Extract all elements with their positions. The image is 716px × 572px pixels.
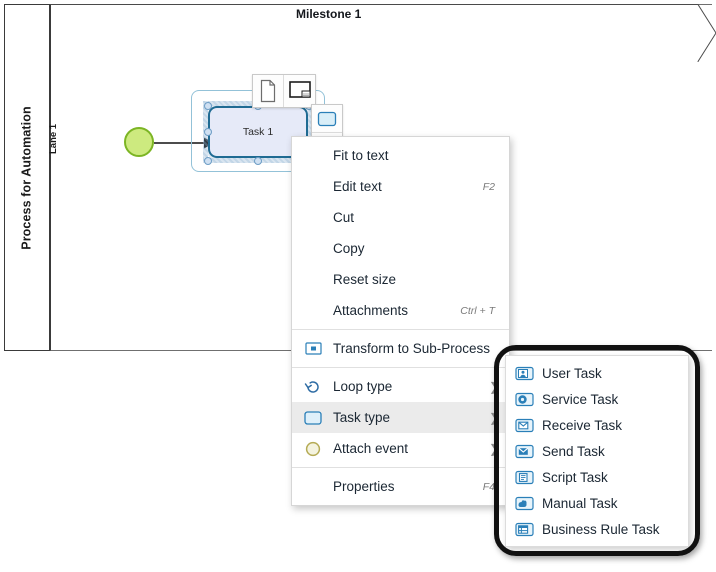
attach-document-icon[interactable] [253, 75, 284, 107]
menu-item-attach-event[interactable]: Attach event ❯ [292, 433, 509, 464]
lane-label: Lane 1 [48, 123, 59, 154]
menu-item-label: Attach event [333, 441, 409, 456]
menu-item-label: Attachments [333, 303, 409, 318]
pool-title: Process for Automation [20, 105, 34, 250]
menu-item-label: Edit text [333, 179, 382, 194]
milestone-label: Milestone 1 [296, 7, 362, 21]
menu-item-fit-to-text[interactable]: Fit to text [292, 140, 509, 171]
diagram-canvas[interactable]: Process for Automation Lane 1 Milestone … [0, 0, 716, 572]
menu-item-edit-text[interactable]: Edit text F2 [292, 171, 509, 202]
menu-separator [292, 329, 509, 330]
start-event[interactable] [124, 127, 154, 157]
menu-item-attachments[interactable]: Attachments Ctrl + T [292, 295, 509, 326]
sub-process-icon [303, 339, 323, 359]
resize-handle-sw[interactable] [204, 157, 212, 165]
menu-item-label: Transform to Sub-Process [333, 341, 491, 356]
task-type-icon[interactable] [312, 105, 342, 133]
menu-separator [292, 367, 509, 368]
menu-item-label: Properties [333, 479, 395, 494]
task-label: Task 1 [242, 126, 274, 138]
menu-item-properties[interactable]: Properties F4 [292, 471, 509, 502]
resize-handle-nw[interactable] [204, 102, 212, 110]
menu-item-label: Cut [333, 210, 355, 225]
attach-screen-icon[interactable] [284, 75, 315, 107]
menu-item-cut[interactable]: Cut [292, 202, 509, 233]
menu-item-shortcut: Ctrl + T [460, 304, 495, 317]
task-icon [303, 408, 323, 428]
event-circle-icon [303, 439, 323, 459]
context-menu[interactable]: Fit to text Edit text F2 Cut Copy Reset … [291, 136, 510, 506]
menu-item-label: Copy [333, 241, 365, 256]
menu-item-label: Task type [333, 410, 391, 425]
pool-header[interactable]: Process for Automation [4, 4, 50, 351]
menu-item-task-type[interactable]: Task type ❯ [292, 402, 509, 433]
menu-item-label: Fit to text [333, 148, 389, 163]
menu-item-copy[interactable]: Copy [292, 233, 509, 264]
shape-mini-toolbar[interactable] [252, 74, 316, 108]
submenu-highlight-annotation [494, 345, 700, 556]
menu-item-label: Reset size [333, 272, 397, 287]
menu-item-reset-size[interactable]: Reset size [292, 264, 509, 295]
menu-item-shortcut: F2 [482, 180, 495, 193]
menu-separator [292, 467, 509, 468]
menu-item-label: Loop type [333, 379, 393, 394]
loop-icon [303, 377, 323, 397]
menu-item-loop-type[interactable]: Loop type ❯ [292, 371, 509, 402]
menu-item-transform-to-sub-process[interactable]: Transform to Sub-Process [292, 333, 509, 364]
resize-handle-w[interactable] [204, 128, 212, 136]
resize-handle-s[interactable] [254, 157, 262, 165]
